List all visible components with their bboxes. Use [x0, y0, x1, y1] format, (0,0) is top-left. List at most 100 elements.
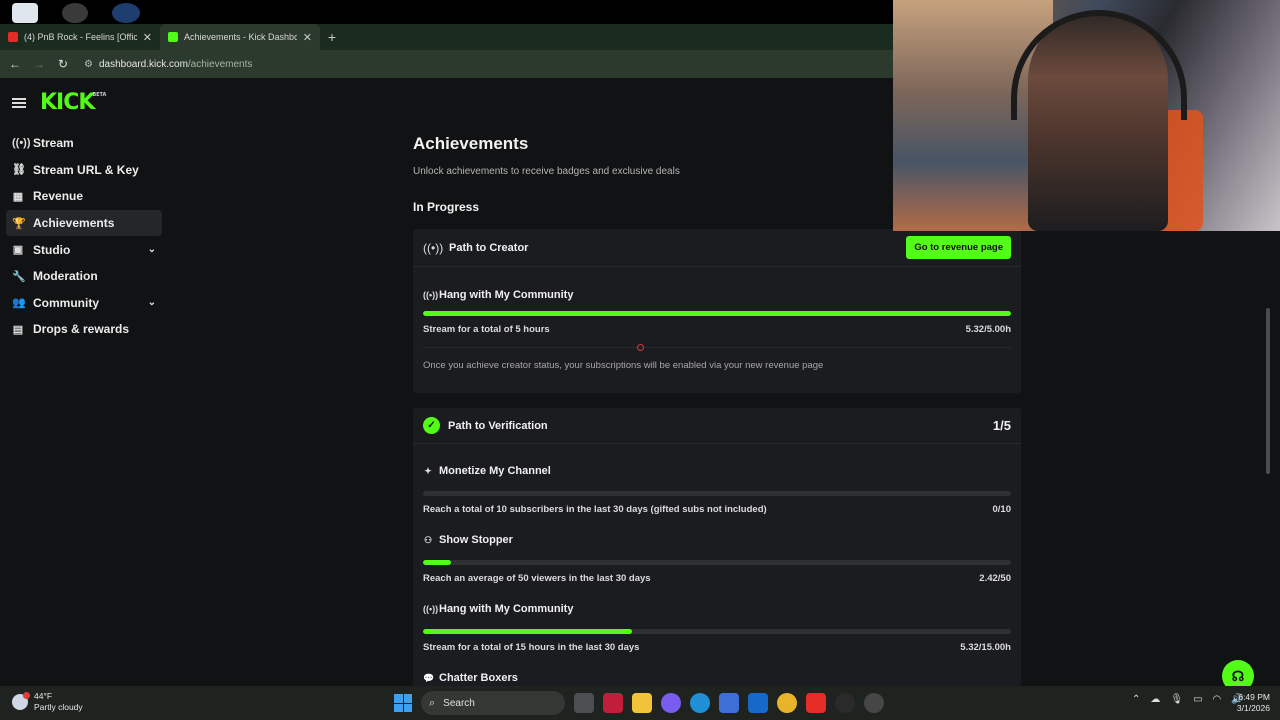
windows-start-icon[interactable] — [394, 694, 412, 712]
sidebar-item-label: Community — [33, 295, 99, 310]
sidebar-item-moderation[interactable]: 🔧 Moderation — [6, 263, 162, 290]
broadcast-icon: ((•)) — [423, 240, 444, 255]
achievement-value: 0/10 — [992, 504, 1012, 515]
search-label: Search — [443, 697, 475, 709]
task-view-icon[interactable] — [574, 693, 594, 713]
webcam-overlay — [893, 0, 1280, 231]
chevron-down-icon[interactable]: ⌄ — [148, 244, 156, 255]
achievement-desc: Reach an average of 50 viewers in the la… — [423, 573, 651, 584]
sidebar-item-community[interactable]: 👥 Community ⌄ — [6, 290, 162, 317]
scrollbar[interactable] — [1266, 308, 1270, 474]
microphone-icon[interactable]: 🎙 — [1170, 694, 1183, 705]
youtube-icon — [8, 32, 18, 42]
weather-icon — [12, 692, 30, 710]
copilot-icon[interactable] — [661, 693, 681, 713]
sparkle-icon: ✦ — [424, 465, 432, 476]
headset-icon: ☊ — [1231, 667, 1245, 684]
progress-fill — [423, 311, 1011, 316]
chrome-icon[interactable] — [777, 693, 797, 713]
logo-beta-tag: BETA — [92, 92, 107, 98]
achievement-item: 💬 Chatter Boxers — [413, 668, 1021, 688]
progress-fill — [423, 560, 452, 565]
desktop-app-icon[interactable] — [62, 3, 88, 23]
trophy-icon: 🏆 — [12, 217, 26, 230]
achievement-row: Reach a total of 10 subscribers in the l… — [423, 504, 1011, 515]
app-icon[interactable] — [603, 693, 623, 713]
taskbar-clock[interactable]: 6:49 PM 3/1/2026 — [1228, 692, 1270, 714]
sidebar: ((•)) Stream ⛓ Stream URL & Key ▦ Revenu… — [6, 130, 162, 343]
file-explorer-icon[interactable] — [632, 693, 652, 713]
link-icon: ⛓ — [12, 164, 26, 177]
browser-tab-active[interactable]: Achievements - Kick Dashboard ✕ — [160, 24, 320, 50]
achievement-title: Show Stopper — [439, 534, 513, 546]
youtube-icon[interactable] — [806, 693, 826, 713]
sidebar-item-label: Drops & rewards — [33, 322, 130, 337]
sidebar-item-studio[interactable]: ▣ Studio ⌄ — [6, 236, 162, 263]
weather-widget[interactable]: 44°F Partly cloudy — [12, 691, 83, 713]
achievement-item: ((•)) Hang with My Community Stream for … — [413, 285, 1021, 335]
store-icon[interactable] — [719, 693, 739, 713]
mail-icon[interactable] — [748, 693, 768, 713]
desktop-app-icon[interactable] — [12, 3, 38, 23]
edge-icon[interactable] — [690, 693, 710, 713]
achievement-title-row: ((•)) Hang with My Community — [423, 285, 1011, 305]
site-info-icon[interactable]: ⚙ — [84, 59, 93, 70]
verification-card: ✓ Path to Verification 1/5 ✦ Monetize My… — [413, 408, 1021, 698]
chevron-down-icon[interactable]: ⌄ — [148, 297, 156, 308]
new-tab-button[interactable]: + — [320, 29, 344, 45]
network-icon[interactable]: ▭ — [1193, 694, 1202, 705]
chevron-up-icon[interactable]: ⌃ — [1132, 694, 1140, 705]
reload-icon[interactable]: ↻ — [56, 57, 70, 71]
card-title: Path to Verification — [448, 419, 548, 432]
sidebar-item-label: Revenue — [33, 189, 84, 204]
progress-bar — [423, 560, 1011, 565]
creator-card-header: ((•)) Path to Creator Go to revenue page — [413, 229, 1021, 267]
chat-icon: 💬 — [423, 672, 435, 683]
cloud-icon[interactable]: ☁ — [1150, 694, 1160, 705]
sidebar-item-revenue[interactable]: ▦ Revenue — [6, 183, 162, 210]
achievement-row: Stream for a total of 15 hours in the la… — [423, 642, 1011, 653]
achievement-desc: Stream for a total of 15 hours in the la… — [423, 642, 640, 653]
achievement-title: Hang with My Community — [439, 289, 574, 301]
search-icon: ⌕ — [429, 696, 436, 709]
taskbar-search[interactable]: ⌕ Search — [421, 691, 565, 715]
desktop-app-icon[interactable] — [112, 3, 140, 23]
taskbar: 44°F Partly cloudy ⌕ Search ⌃ ☁ � — [0, 686, 1280, 720]
close-icon[interactable]: ✕ — [143, 31, 152, 44]
achievement-value: 5.32/15.00h — [960, 642, 1011, 653]
achievement-title: Monetize My Channel — [439, 465, 551, 477]
card-title: Path to Creator — [449, 241, 529, 254]
browser-tab[interactable]: (4) PnB Rock - Feelins [Official A ✕ — [0, 24, 160, 50]
kick-logo[interactable]: KICK BETA — [40, 90, 106, 115]
page-header: KICK BETA — [12, 90, 106, 115]
sidebar-item-stream[interactable]: ((•)) Stream — [6, 130, 162, 157]
gift-icon: ▤ — [12, 323, 24, 336]
forward-icon[interactable]: → — [32, 57, 46, 71]
go-to-revenue-button[interactable]: Go to revenue page — [906, 236, 1011, 259]
close-icon[interactable]: ✕ — [303, 31, 312, 44]
sidebar-item-drops-rewards[interactable]: ▤ Drops & rewards — [6, 316, 162, 343]
broadcast-icon: ((•)) — [12, 137, 31, 150]
achievement-title-row: ✦ Monetize My Channel — [423, 461, 1011, 481]
community-icon: 👥 — [12, 297, 26, 310]
url-field[interactable]: ⚙ dashboard.kick.com/achievements — [84, 59, 252, 70]
url-path: /achievements — [187, 58, 253, 70]
achievement-desc: Reach a total of 10 subscribers in the l… — [423, 504, 767, 515]
achievement-value: 5.32/5.00h — [965, 324, 1011, 335]
wifi-icon[interactable]: ◠ — [1213, 694, 1222, 705]
achievement-row: Stream for a total of 5 hours 5.32/5.00h — [423, 324, 1011, 335]
sidebar-item-stream-url-key[interactable]: ⛓ Stream URL & Key — [6, 157, 162, 184]
chart-icon: ▦ — [12, 190, 24, 203]
app-icon[interactable] — [864, 693, 884, 713]
obs-icon[interactable] — [835, 693, 855, 713]
sidebar-item-label: Moderation — [33, 269, 98, 284]
tab-title: Achievements - Kick Dashboard — [184, 32, 297, 42]
back-icon[interactable]: ← — [8, 57, 22, 71]
progress-bar — [423, 491, 1011, 496]
creator-note: Once you achieve creator status, your su… — [423, 360, 824, 371]
menu-icon[interactable] — [12, 97, 26, 108]
sidebar-item-label: Studio — [33, 242, 71, 257]
sidebar-item-label: Stream — [33, 136, 74, 151]
sidebar-item-achievements[interactable]: 🏆 Achievements — [6, 209, 162, 237]
achievement-item: ((•)) Hang with My Community Stream for … — [413, 599, 1021, 653]
